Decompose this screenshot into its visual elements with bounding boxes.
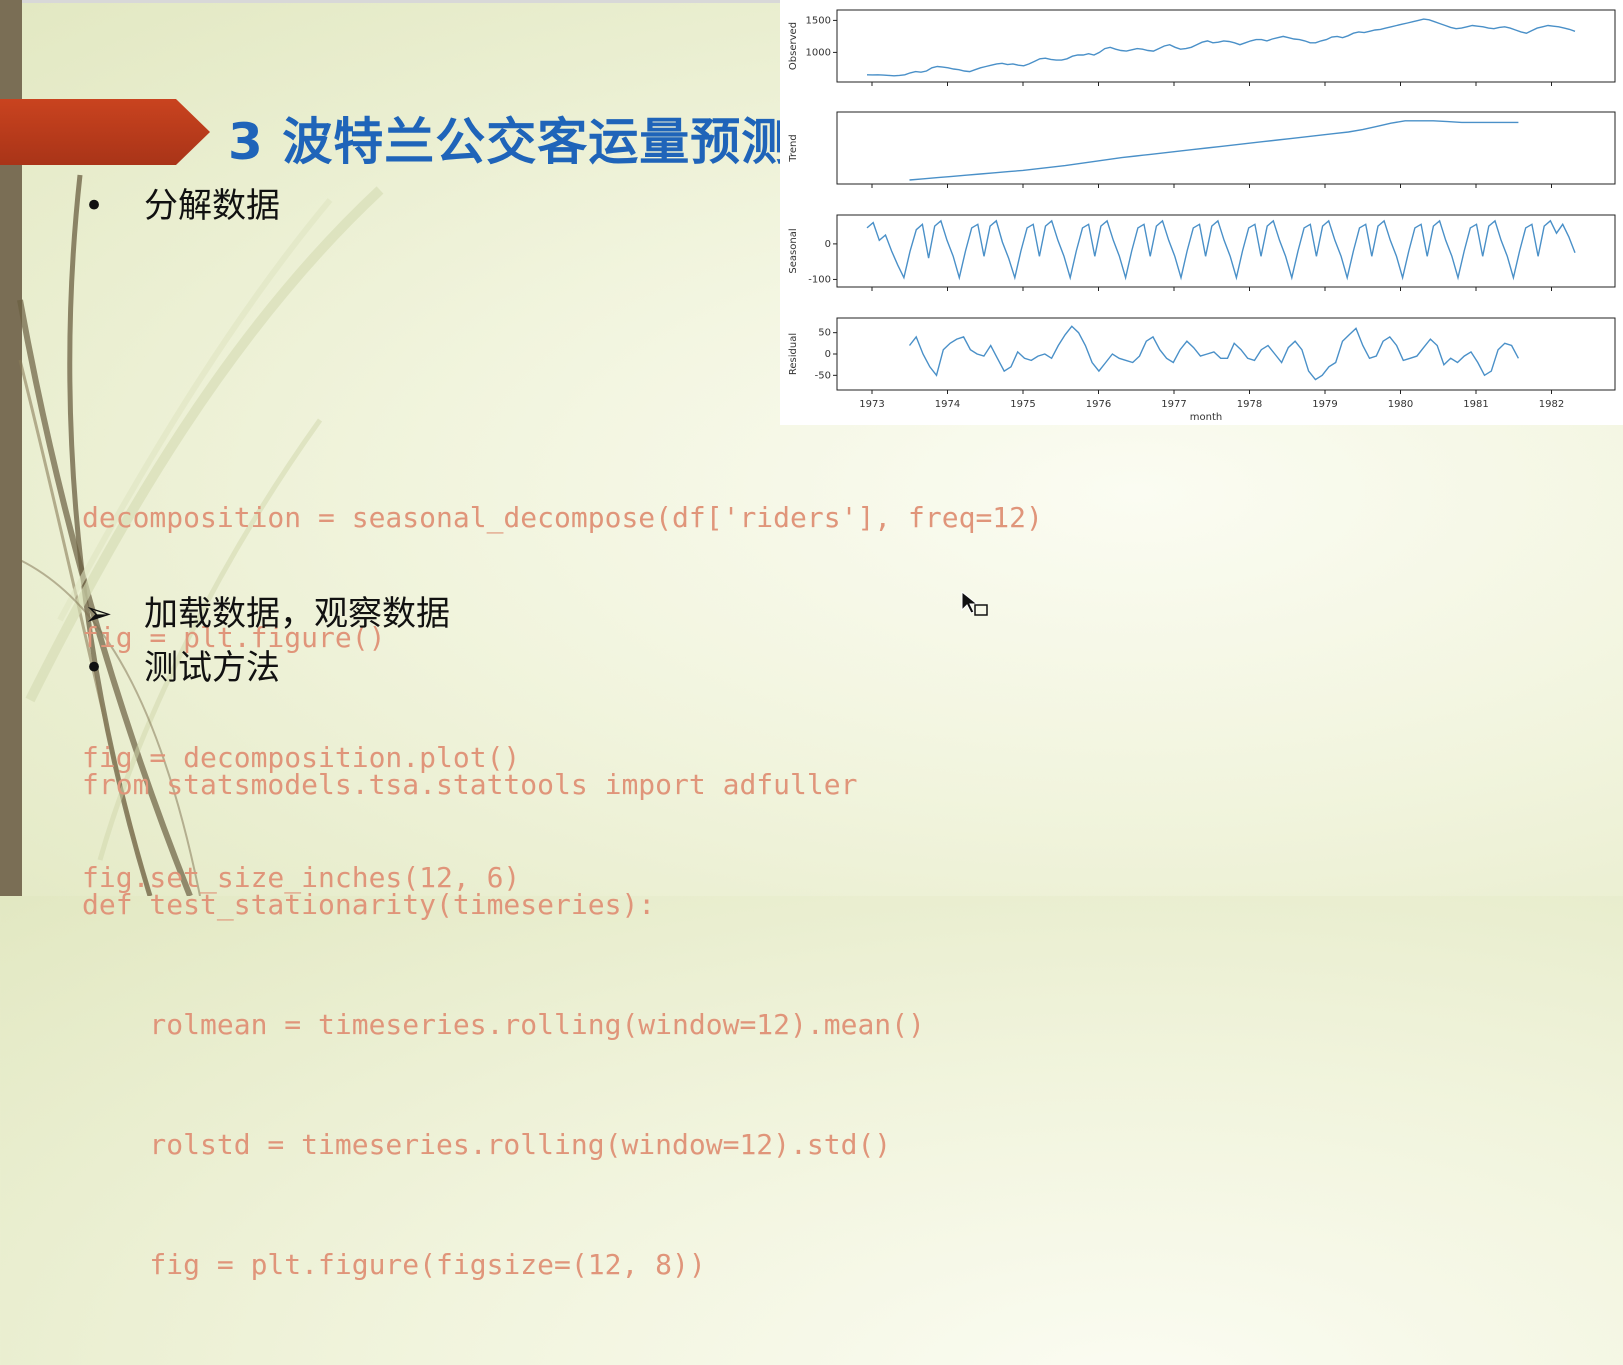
slide-title: 3 波特兰公交客运量预测 bbox=[228, 113, 793, 171]
bullet-text: 分解数据 bbox=[144, 186, 280, 226]
x-tick-label: 1978 bbox=[1237, 399, 1262, 410]
y-tick-label: 50 bbox=[818, 328, 831, 339]
y-tick-label: 0 bbox=[825, 349, 831, 360]
bullet-mark: • bbox=[84, 186, 105, 226]
x-tick-label: 1975 bbox=[1010, 399, 1035, 410]
code-line: fig = plt.figure(figsize=(12, 8)) bbox=[82, 1248, 706, 1281]
x-tick-label: 1973 bbox=[859, 399, 884, 410]
bullet-text: 测试方法 bbox=[144, 648, 280, 688]
x-tick-label: 1979 bbox=[1312, 399, 1337, 410]
panel-frame bbox=[836, 214, 1616, 288]
panel-ylabel: Seasonal bbox=[788, 228, 799, 273]
bullet-text: 加载数据，观察数据 bbox=[144, 594, 450, 634]
x-tick-label: 1974 bbox=[935, 399, 960, 410]
panel-ylabel: Residual bbox=[788, 333, 799, 375]
series-line bbox=[909, 120, 1519, 181]
bullet-mark: • bbox=[84, 648, 105, 688]
y-tick-label: -100 bbox=[808, 274, 831, 285]
panel-ylabel: Trend bbox=[788, 134, 799, 162]
decomposition-chart: Observed 1500 1000 Trend Seasonal 0 -100 Residu… bbox=[780, 0, 1623, 425]
x-tick-label: 1980 bbox=[1388, 399, 1413, 410]
panel-ylabel: Observed bbox=[788, 22, 799, 70]
presentation-slide: 3 波特兰公交客运量预测 • 分解数据 decomposition = seaso… bbox=[0, 0, 1623, 1281]
code-line: def test_stationarity(timeseries): bbox=[82, 888, 656, 921]
mouse-cursor-icon bbox=[961, 590, 988, 616]
panel-frame bbox=[836, 9, 1616, 83]
title-arrow-shape bbox=[0, 99, 210, 165]
panel-frame bbox=[836, 317, 1616, 391]
y-tick-label: 0 bbox=[825, 239, 831, 250]
y-tick-label: -50 bbox=[815, 370, 831, 381]
y-tick-label: 1500 bbox=[806, 15, 831, 26]
bullet-load-data: ➢ 加载数据，观察数据 bbox=[84, 586, 450, 635]
x-tick-label: 1976 bbox=[1086, 399, 1111, 410]
x-axis-label: month bbox=[1190, 412, 1222, 423]
code-line: rolstd = timeseries.rolling(window=12).s… bbox=[82, 1128, 892, 1161]
bullet-test-method: • 测试方法 bbox=[84, 640, 280, 689]
y-tick-label: 1000 bbox=[806, 47, 831, 58]
bullet-decompose: • 分解数据 bbox=[84, 178, 280, 227]
x-tick-label: 1977 bbox=[1161, 399, 1186, 410]
arrow-bullet-mark: ➢ bbox=[84, 594, 113, 634]
series-line bbox=[908, 325, 1520, 381]
code-line: from statsmodels.tsa.stattools import ad… bbox=[82, 768, 858, 801]
code-line: decomposition = seasonal_decompose(df['r… bbox=[82, 501, 1043, 534]
series-line bbox=[866, 219, 1576, 281]
series-line bbox=[866, 18, 1576, 77]
x-tick-label: 1982 bbox=[1539, 399, 1564, 410]
code-line: rolmean = timeseries.rolling(window=12).… bbox=[82, 1008, 925, 1041]
code-block-stationarity: from statsmodels.tsa.stattools import ad… bbox=[82, 685, 925, 1365]
x-tick-label: 1981 bbox=[1463, 399, 1488, 410]
